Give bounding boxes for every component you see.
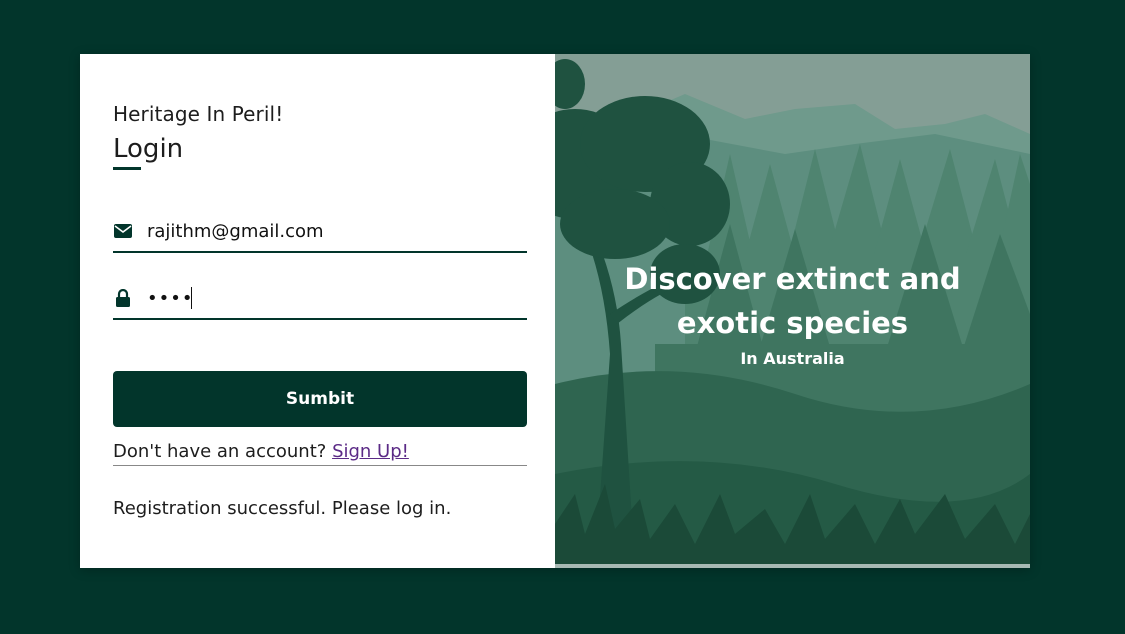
status-message: Registration successful. Please log in. <box>113 498 452 519</box>
signup-row: Don't have an account? Sign Up! <box>113 441 527 466</box>
page-title: Login <box>113 134 184 164</box>
password-input[interactable]: •••• <box>147 287 194 309</box>
password-value: •••• <box>147 287 194 309</box>
login-card: Heritage In Peril! Login •••• <box>80 54 1030 568</box>
email-input[interactable] <box>147 220 507 242</box>
text-caret <box>191 287 193 309</box>
title-underline <box>113 167 141 170</box>
login-panel: Heritage In Peril! Login •••• <box>80 54 555 568</box>
password-field: •••• <box>113 278 527 320</box>
brand-title: Heritage In Peril! <box>113 102 284 126</box>
hero-title-line2: exotic species <box>676 306 909 340</box>
email-field <box>113 211 527 253</box>
submit-button[interactable]: Sumbit <box>113 371 527 427</box>
lock-icon <box>113 288 133 308</box>
hero-panel: Discover extinct and exotic species In A… <box>555 54 1030 568</box>
hero-subtitle: In Australia <box>740 349 845 368</box>
envelope-icon <box>113 221 133 241</box>
signup-link[interactable]: Sign Up! <box>332 441 409 462</box>
hero-title-line1: Discover extinct and <box>624 262 961 296</box>
signup-prompt: Don't have an account? <box>113 441 327 462</box>
hero-text: Discover extinct and exotic species In A… <box>555 257 1030 368</box>
